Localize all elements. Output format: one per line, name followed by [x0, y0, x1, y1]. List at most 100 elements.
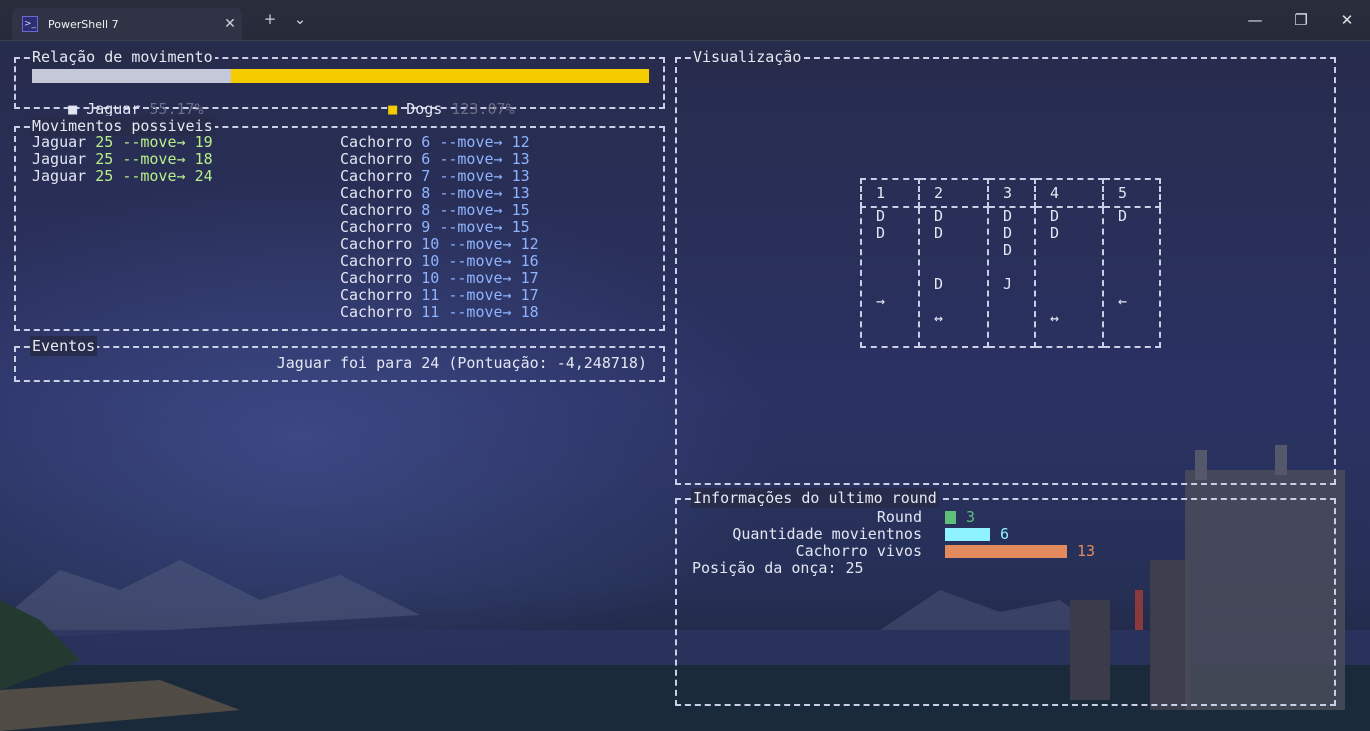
move-to: 24	[194, 167, 213, 185]
dogs-alive-value: 13	[1077, 542, 1096, 560]
movement-ratio-panel: Relação de movimento ■ Jaguar 55.17% ■ D…	[14, 47, 665, 118]
move-piece-name: Cachorro	[340, 235, 413, 253]
jaguar-move-row: Jaguar 25 --move→ 24	[32, 168, 213, 185]
jaguar-moves-list: Jaguar 25 --move→ 19 Jaguar 25 --move→ 18…	[32, 134, 213, 185]
moves-count-label: Quantidade movientnos	[732, 525, 922, 543]
move-arrow: --move→	[439, 184, 503, 202]
new-tab-button[interactable]: +	[258, 10, 282, 28]
move-to: 18	[194, 150, 213, 168]
move-piece-name: Cachorro	[340, 150, 413, 168]
event-message: Jaguar foi para 24 (Pontuação: -4,248718…	[276, 354, 647, 372]
round-label: Round	[876, 508, 922, 526]
dogs-alive-bar	[945, 545, 1067, 558]
move-from: 6	[421, 150, 431, 168]
dogs-legend-swatch-icon: ■	[388, 100, 407, 118]
ratio-bar-jaguar	[32, 69, 231, 83]
dogs-legend-pct: 123.07%	[451, 100, 515, 118]
move-piece-name: Cachorro	[340, 252, 413, 270]
move-to: 12	[520, 235, 539, 253]
moves-count-bar	[945, 528, 990, 541]
ratio-bar	[32, 69, 649, 83]
board-column-header: 4	[1034, 178, 1104, 208]
possible-moves-panel: Movimentos possiveis Jaguar 25 --move→ 1…	[14, 116, 665, 331]
move-arrow: --move→	[122, 167, 186, 185]
move-from: 25	[95, 133, 114, 151]
board-column-cell: D D D J	[987, 206, 1036, 348]
move-arrow: --move→	[439, 201, 503, 219]
board-column-cell: D D D ↔	[918, 206, 989, 348]
move-piece-name: Cachorro	[340, 184, 413, 202]
close-button[interactable]: ✕	[1324, 8, 1370, 32]
powershell-icon: >_	[22, 16, 38, 32]
move-to: 15	[511, 218, 530, 236]
dogs-legend-label: Dogs	[406, 100, 443, 118]
move-from: 9	[421, 218, 431, 236]
move-to: 17	[520, 269, 539, 287]
dog-move-row: Cachorro 11 --move→ 18	[340, 304, 539, 321]
maximize-button[interactable]: ❐	[1278, 8, 1324, 32]
move-piece-name: Jaguar	[32, 167, 87, 185]
dog-move-row: Cachorro 11 --move→ 17	[340, 287, 539, 304]
move-from: 7	[421, 167, 431, 185]
dog-move-row: Cachorro 10 --move→ 12	[340, 236, 539, 253]
tab-powershell[interactable]: >_ PowerShell 7 ✕	[12, 8, 242, 40]
jaguar-move-row: Jaguar 25 --move→ 18	[32, 151, 213, 168]
move-to: 13	[511, 184, 530, 202]
move-from: 25	[95, 150, 114, 168]
dog-move-row: Cachorro 8 --move→ 13	[340, 185, 539, 202]
move-arrow: --move→	[122, 133, 186, 151]
move-from: 10	[421, 252, 440, 270]
move-arrow: --move→	[448, 269, 512, 287]
move-arrow: --move→	[448, 252, 512, 270]
dog-move-row: Cachorro 7 --move→ 13	[340, 168, 539, 185]
board-grid: 1 2 3 4 5 D D → D D D ↔ D D D J D D ↔ D …	[860, 178, 1161, 348]
move-arrow: --move→	[448, 303, 512, 321]
round-bar	[945, 511, 956, 524]
move-arrow: --move→	[122, 150, 186, 168]
move-piece-name: Cachorro	[340, 133, 413, 151]
board-column-header: 2	[918, 178, 989, 208]
jaguar-move-row: Jaguar 25 --move→ 19	[32, 134, 213, 151]
jaguar-position: Posição da onça: 25	[692, 559, 864, 577]
panel-title: Visualização	[691, 47, 804, 67]
dog-move-row: Cachorro 8 --move→ 15	[340, 202, 539, 219]
move-to: 13	[511, 167, 530, 185]
window-title-bar: >_ PowerShell 7 ✕ + ⌄ — ❐ ✕	[0, 0, 1370, 41]
move-from: 25	[95, 167, 114, 185]
tab-close-icon[interactable]: ✕	[218, 16, 242, 32]
events-panel: Eventos Jaguar foi para 24 (Pontuação: -…	[14, 336, 665, 382]
last-round-panel: Informações do ultimo round Round 3 Quan…	[675, 488, 1336, 706]
move-piece-name: Cachorro	[340, 303, 413, 321]
dog-move-row: Cachorro 9 --move→ 15	[340, 219, 539, 236]
minimize-button[interactable]: —	[1232, 8, 1278, 32]
move-arrow: --move→	[448, 235, 512, 253]
board-column-cell: D ←	[1102, 206, 1161, 348]
move-from: 11	[421, 286, 440, 304]
panel-title: Eventos	[30, 336, 98, 356]
dog-move-row: Cachorro 10 --move→ 16	[340, 253, 539, 270]
move-piece-name: Cachorro	[340, 167, 413, 185]
move-arrow: --move→	[439, 167, 503, 185]
panel-title: Relação de movimento	[30, 47, 215, 67]
dogs-alive-label: Cachorro vivos	[795, 542, 922, 560]
board-column-header: 3	[987, 178, 1036, 208]
board-column-header: 1	[860, 178, 920, 208]
tab-dropdown-icon[interactable]: ⌄	[288, 10, 312, 28]
move-arrow: --move→	[439, 150, 503, 168]
move-from: 11	[421, 303, 440, 321]
move-from: 6	[421, 133, 431, 151]
move-to: 19	[194, 133, 213, 151]
move-arrow: --move→	[439, 218, 503, 236]
move-to: 17	[520, 286, 539, 304]
move-piece-name: Cachorro	[340, 286, 413, 304]
board-column-header: 5	[1102, 178, 1161, 208]
move-arrow: --move→	[448, 286, 512, 304]
ratio-bar-dogs	[230, 69, 649, 83]
tab-title: PowerShell 7	[48, 17, 119, 31]
dog-move-row: Cachorro 6 --move→ 12	[340, 134, 539, 151]
move-from: 8	[421, 184, 431, 202]
panel-title: Informações do ultimo round	[691, 488, 939, 508]
move-piece-name: Jaguar	[32, 133, 87, 151]
move-piece-name: Cachorro	[340, 201, 413, 219]
move-to: 13	[511, 150, 530, 168]
